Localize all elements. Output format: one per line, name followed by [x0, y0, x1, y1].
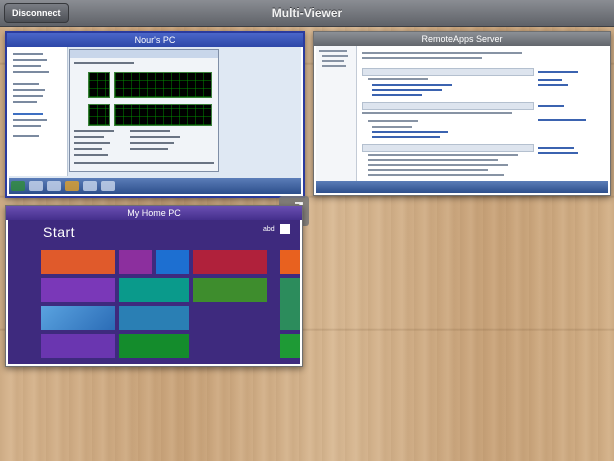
session-tile-nours-pc[interactable]: Nour's PC: [5, 31, 309, 226]
messaging-tile: [41, 278, 115, 302]
games-tile: [193, 278, 267, 302]
skydrive-tile: [156, 250, 189, 274]
desktop-tile: [41, 306, 115, 330]
session-tile-remoteapps-server[interactable]: RemoteApps Server: [313, 31, 611, 196]
server-manager-tree: [316, 46, 357, 181]
server-manager-content: [358, 46, 608, 184]
session-title: Nour's PC: [7, 33, 303, 47]
maps-tile: [119, 250, 152, 274]
avatar: [280, 224, 290, 234]
explorer-sidebar: [9, 47, 68, 176]
top-bar: Multi-Viewer Disconnect: [0, 0, 614, 27]
mail-tile: [119, 278, 189, 302]
finance-tile: [119, 334, 189, 358]
calendar-tile: [41, 334, 115, 358]
people-tile: [41, 250, 115, 274]
music-tile: [280, 250, 300, 274]
remote-screen-thumbnail[interactable]: Start abd: [8, 220, 300, 364]
xbox-tile: [280, 334, 300, 358]
remote-screen-thumbnail[interactable]: [9, 47, 301, 194]
windows-taskbar: [316, 181, 608, 193]
app-title: Multi-Viewer: [271, 6, 343, 20]
news-tile: [193, 250, 267, 274]
user-name-label: abd: [263, 226, 275, 233]
session-title: RemoteApps Server: [314, 32, 610, 46]
task-manager-window: [69, 49, 219, 172]
disconnect-button[interactable]: Disconnect: [4, 3, 69, 23]
travel-tile: [280, 278, 300, 330]
photos-tile: [119, 306, 189, 330]
remote-screen-thumbnail[interactable]: [316, 46, 608, 193]
session-tile-my-home-pc[interactable]: My Home PC Start abd: [5, 205, 303, 367]
session-title: My Home PC: [6, 206, 302, 220]
windows-taskbar: [9, 178, 301, 194]
start-screen-heading: Start: [43, 224, 76, 240]
